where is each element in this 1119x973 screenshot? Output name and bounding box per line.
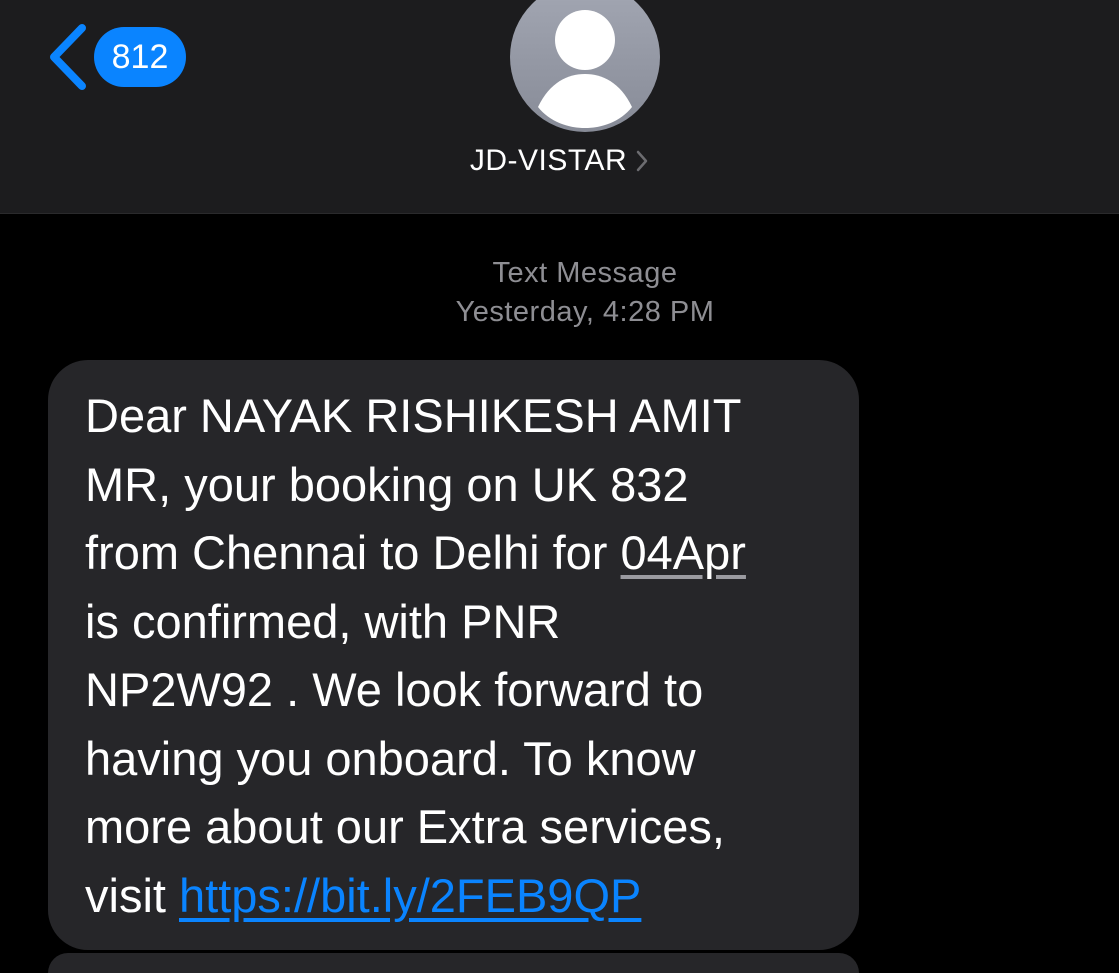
- back-button[interactable]: 812: [44, 22, 186, 92]
- message-line: having you onboard. To know: [85, 731, 696, 785]
- chevron-right-icon: [636, 150, 648, 172]
- message-line: NP2W92 . We look forward to: [85, 663, 704, 716]
- message-text: from Chennai to Delhi for: [85, 526, 621, 579]
- contact-info-button[interactable]: JD-VISTAR: [0, 144, 1119, 178]
- chevron-left-icon: [50, 24, 86, 90]
- contact-name: JD-VISTAR: [469, 144, 628, 177]
- message-line: more about our Extra services,: [85, 800, 725, 853]
- url-link[interactable]: https://bit.ly/2FEB9QP: [179, 869, 641, 922]
- unread-count-badge: 812: [94, 27, 186, 87]
- next-message-bubble[interactable]: [48, 953, 859, 973]
- message-type-label: Text Message: [492, 257, 678, 289]
- contact-avatar[interactable]: [510, 0, 660, 132]
- message-line: from Chennai to Delhi for 04Apr: [85, 519, 829, 588]
- message-timestamp: Yesterday, 4:28 PM: [455, 296, 715, 328]
- message-line: Dear NAYAK RISHIKESH AMIT: [85, 389, 742, 442]
- message-line: visit https://bit.ly/2FEB9QP: [85, 862, 829, 931]
- message-text: visit: [85, 868, 179, 922]
- message-meta: Text Message Yesterday, 4:28 PM: [0, 254, 1119, 332]
- message-line: MR, your booking on UK 832: [85, 457, 689, 511]
- incoming-message-bubble[interactable]: Dear NAYAK RISHIKESH AMIT MR, your booki…: [48, 360, 859, 950]
- conversation-header: 812 JD-VISTAR: [0, 0, 1119, 214]
- date-link[interactable]: 04Apr: [621, 526, 746, 579]
- person-silhouette-icon: [538, 10, 632, 128]
- message-line: is confirmed, with PNR: [85, 594, 561, 648]
